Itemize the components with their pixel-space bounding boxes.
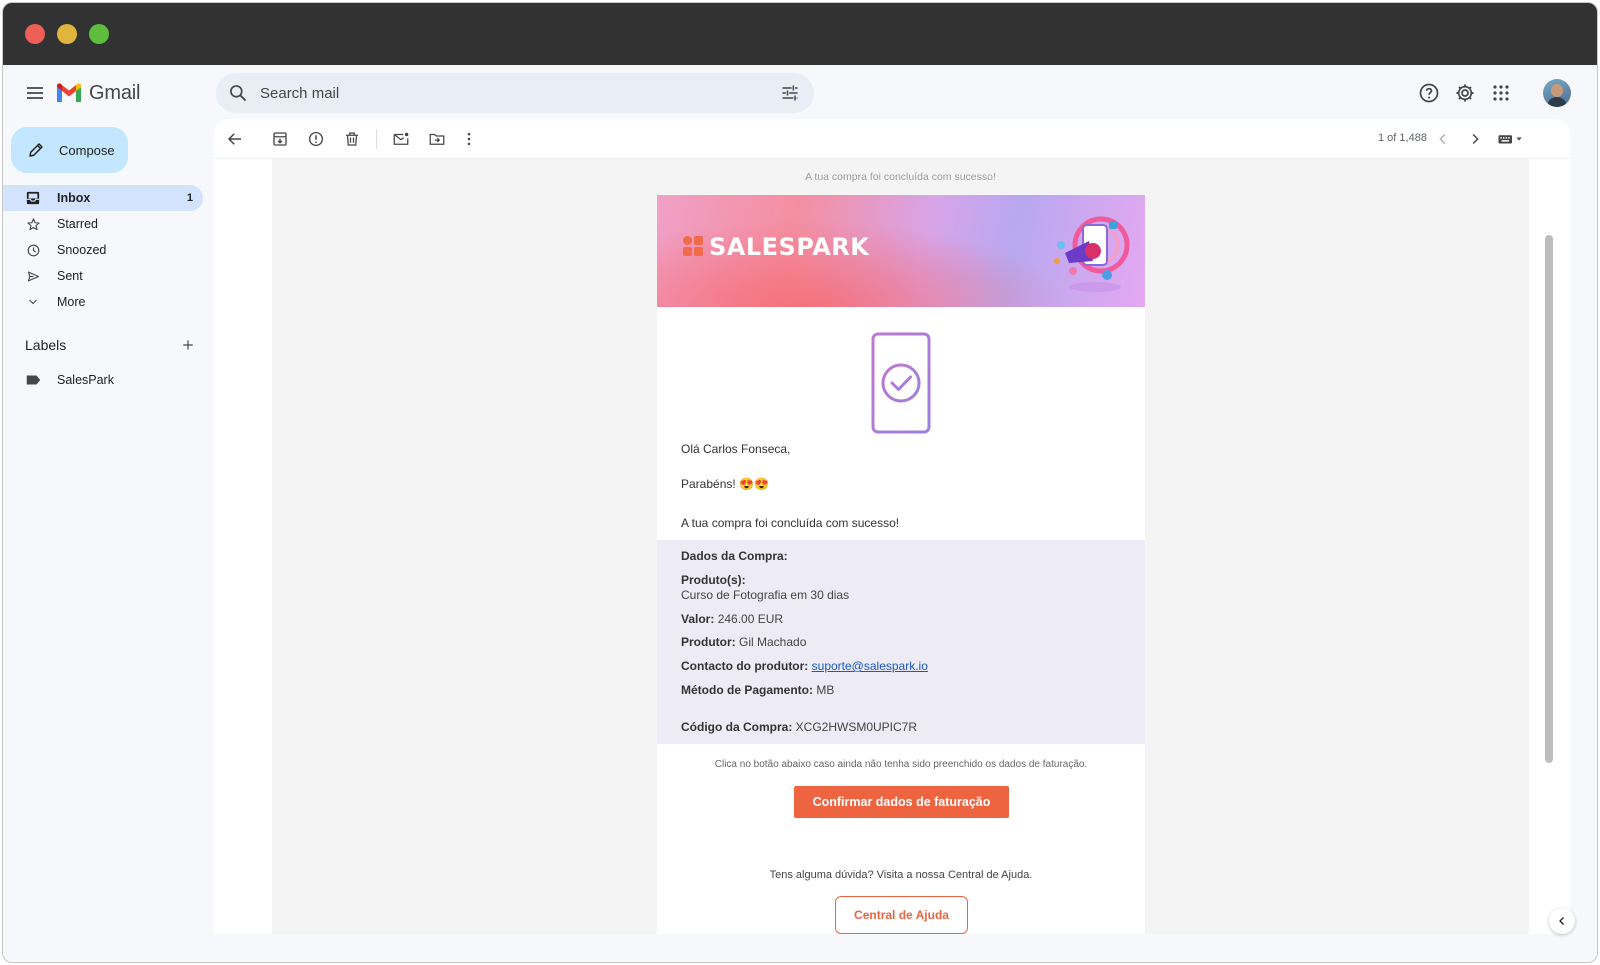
- payment-row: Método de Pagamento: MB: [681, 683, 835, 697]
- sidebar-item-sent[interactable]: Sent: [3, 263, 203, 289]
- move-to-icon[interactable]: [428, 130, 446, 148]
- mark-unread-icon[interactable]: [392, 130, 410, 148]
- email-content: SALESPARK Olá Carlos Fonseca, Parabéns! …: [657, 195, 1145, 934]
- apps-grid-icon[interactable]: [1489, 81, 1513, 105]
- purchase-details: Dados da Compra: Produto(s): Curso de Fo…: [657, 540, 1145, 744]
- billing-hint-text: Clica no botão abaixo caso ainda não ten…: [714, 759, 1088, 770]
- title-bar: [3, 3, 1597, 65]
- sidebar-item-label: Snoozed: [57, 243, 107, 257]
- chevron-down-icon: [25, 294, 41, 310]
- help-center-button[interactable]: Central de Ajuda: [835, 896, 968, 934]
- unread-count-badge: 1: [186, 192, 193, 204]
- sidebar-item-label: Starred: [57, 217, 98, 231]
- search-input[interactable]: [260, 73, 740, 113]
- salespark-logo: SALESPARK: [683, 233, 869, 261]
- value-row: Valor: 246.00 EUR: [681, 612, 784, 626]
- chevron-left-icon[interactable]: [1434, 130, 1452, 148]
- account-avatar[interactable]: [1543, 79, 1571, 107]
- clock-icon: [25, 242, 41, 258]
- inbox-icon: [25, 190, 41, 206]
- send-icon: [25, 268, 41, 284]
- maximize-window-button[interactable]: [89, 24, 109, 44]
- nav-list: Inbox 1 Starred Snoozed Sent More: [3, 185, 203, 315]
- sidebar-item-label: SalesPark: [57, 373, 114, 387]
- back-arrow-icon[interactable]: [226, 130, 244, 148]
- app-name: Gmail: [89, 81, 141, 104]
- sidebar-item-salespark[interactable]: SalesPark: [3, 367, 203, 393]
- sidebar-item-inbox[interactable]: Inbox 1: [3, 185, 203, 211]
- congrats-text: Parabéns! 😍😍: [681, 477, 769, 491]
- help-icon[interactable]: [1417, 81, 1441, 105]
- message-toolbar: 1 of 1,488: [214, 119, 1570, 159]
- side-panel-toggle[interactable]: [1549, 908, 1575, 934]
- close-window-button[interactable]: [25, 24, 45, 44]
- sidebar-item-label: Inbox: [57, 191, 91, 205]
- help-text: Tens alguma dúvida? Visita a nossa Centr…: [769, 869, 1033, 881]
- products-label: Produto(s):: [681, 573, 746, 587]
- email-preheader: A tua compra foi concluída com sucesso!: [805, 171, 996, 183]
- contact-row: Contacto do produtor: suporte@salespark.…: [681, 659, 928, 673]
- salespark-logo-icon: [683, 236, 705, 258]
- producer-row: Produtor: Gil Machado: [681, 635, 807, 649]
- search-options-icon[interactable]: [780, 83, 800, 103]
- keyboard-input-icon[interactable]: [1497, 130, 1527, 148]
- sidebar-item-more[interactable]: More: [3, 289, 203, 315]
- purchase-code-row: Código da Compra: XCG2HWSM0UPIC7R: [681, 720, 918, 734]
- star-icon: [25, 216, 41, 232]
- minimize-window-button[interactable]: [57, 24, 77, 44]
- labels-header: Labels: [25, 337, 195, 353]
- sidebar: Compose Inbox 1 Starred Snoozed Sent Mor…: [3, 121, 216, 962]
- chevron-right-icon[interactable]: [1466, 130, 1484, 148]
- gmail-logo[interactable]: Gmail: [55, 79, 140, 107]
- email-banner: SALESPARK: [657, 195, 1145, 307]
- menu-icon[interactable]: [23, 81, 47, 105]
- sidebar-item-label: More: [57, 295, 86, 309]
- pagination-text: 1 of 1,488: [1378, 132, 1427, 144]
- scrollbar-thumb[interactable]: [1545, 235, 1553, 763]
- archive-icon[interactable]: [271, 130, 289, 148]
- report-spam-icon[interactable]: [307, 130, 325, 148]
- contact-email-link[interactable]: suporte@salespark.io: [812, 659, 928, 673]
- message-view: 1 of 1,488 A tua compra foi concluída co…: [214, 119, 1570, 934]
- labels-title: Labels: [25, 337, 67, 353]
- greeting-text: Olá Carlos Fonseca,: [681, 442, 791, 456]
- pencil-icon: [29, 143, 43, 157]
- labels-list: SalesPark: [3, 367, 203, 393]
- delete-icon[interactable]: [343, 130, 361, 148]
- top-bar: Gmail: [3, 65, 1597, 121]
- gmail-logo-icon: [57, 83, 81, 102]
- compose-button[interactable]: Compose: [11, 127, 128, 173]
- settings-gear-icon[interactable]: [1453, 81, 1477, 105]
- add-label-icon[interactable]: [181, 338, 195, 352]
- app-window: Gmail Compose Inbox 1: [2, 2, 1598, 963]
- email-body-frame: A tua compra foi concluída com sucesso! …: [272, 159, 1529, 934]
- chevron-left-icon: [1559, 917, 1564, 925]
- success-text: A tua compra foi concluída com sucesso!: [681, 516, 900, 530]
- sidebar-item-label: Sent: [57, 269, 83, 283]
- megaphone-illustration-icon: [1054, 216, 1130, 292]
- product-name: Curso de Fotografia em 30 dias: [681, 588, 850, 602]
- sidebar-item-snoozed[interactable]: Snoozed: [3, 237, 203, 263]
- phone-check-icon: [871, 332, 931, 434]
- compose-label: Compose: [59, 142, 115, 158]
- more-options-icon[interactable]: [460, 130, 478, 148]
- confirm-billing-button[interactable]: Confirmar dados de faturação: [794, 786, 1009, 818]
- label-icon: [25, 372, 41, 388]
- search-icon[interactable]: [228, 83, 248, 103]
- purchase-title: Dados da Compra:: [681, 549, 788, 563]
- search-bar: [216, 73, 814, 113]
- sidebar-item-starred[interactable]: Starred: [3, 211, 203, 237]
- brand-name: SALESPARK: [709, 233, 870, 261]
